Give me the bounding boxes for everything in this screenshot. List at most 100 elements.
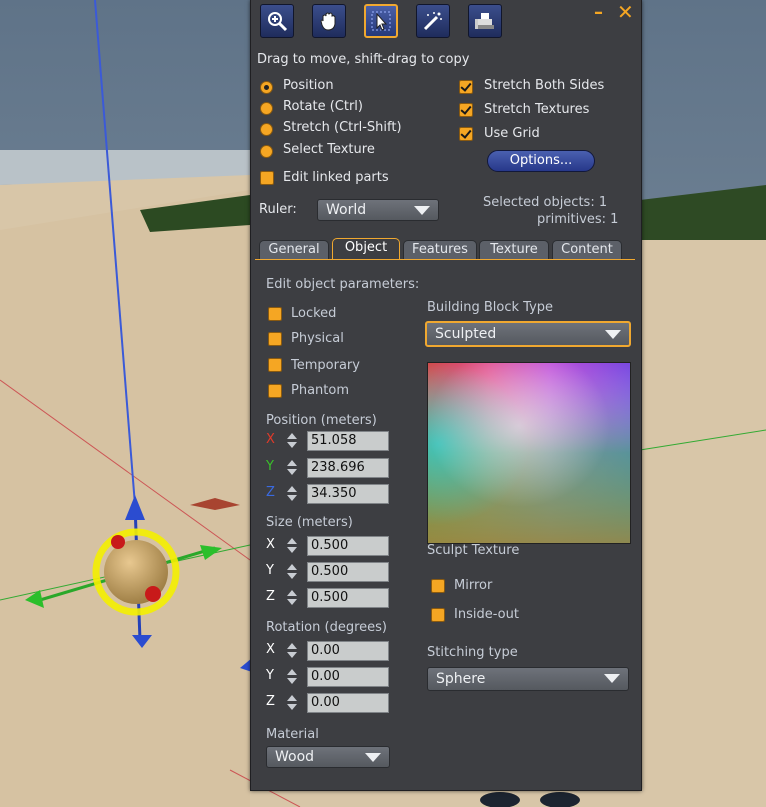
magic-wand-icon (423, 12, 442, 31)
size-z-input[interactable]: 0.500 (307, 588, 389, 608)
sculpt-texture-image (428, 363, 630, 543)
tab-object[interactable]: Object (332, 238, 400, 260)
phantom-checkbox[interactable] (268, 384, 282, 398)
focus-tool-button[interactable] (260, 4, 294, 38)
sculpt-texture-swatch[interactable] (427, 362, 631, 544)
select-texture-label: Select Texture (283, 142, 375, 157)
edit-object-heading: Edit object parameters: (266, 277, 420, 292)
size-x-input[interactable]: 0.500 (307, 536, 389, 556)
stretch-textures-checkbox[interactable] (459, 103, 473, 117)
position-z-spinner[interactable] (284, 484, 300, 504)
land-bulldozer-icon (475, 13, 494, 29)
rotation-y-spinner[interactable] (284, 667, 300, 687)
rotation-y-input[interactable]: 0.00 (307, 667, 389, 687)
stretch-textures-label: Stretch Textures (484, 102, 590, 117)
tab-divider (255, 259, 635, 260)
stretch-label: Stretch (Ctrl-Shift) (283, 120, 402, 135)
ruler-label: Ruler: (259, 202, 297, 217)
tab-features[interactable]: Features (403, 240, 477, 260)
edit-tool-button[interactable] (364, 4, 398, 38)
select-arrow-icon (371, 11, 391, 31)
use-grid-label: Use Grid (484, 126, 540, 141)
material-value: Wood (275, 749, 315, 765)
chevron-down-icon (604, 674, 620, 683)
chevron-down-icon (365, 753, 381, 762)
locked-checkbox[interactable] (268, 307, 282, 321)
position-heading: Position (meters) (266, 413, 377, 428)
land-tool-button[interactable] (468, 4, 502, 38)
sculpt-texture-label: Sculpt Texture (427, 543, 520, 558)
size-y-axis-label: Y (266, 563, 274, 578)
material-dropdown[interactable]: Wood (266, 746, 390, 768)
rotation-z-input[interactable]: 0.00 (307, 693, 389, 713)
chevron-down-icon (605, 330, 621, 339)
rotation-x-input[interactable]: 0.00 (307, 641, 389, 661)
position-y-axis-label: Y (266, 459, 274, 474)
minimize-icon[interactable]: – (594, 2, 603, 23)
block-type-value: Sculpted (435, 326, 497, 342)
building-block-type-heading: Building Block Type (427, 300, 554, 315)
ruler-value: World (326, 202, 367, 218)
rotation-y-axis-label: Y (266, 668, 274, 683)
rotation-z-axis-label: Z (266, 694, 275, 709)
selected-objects-text: Selected objects: 1 (483, 195, 608, 210)
rotation-x-spinner[interactable] (284, 641, 300, 661)
position-x-spinner[interactable] (284, 431, 300, 451)
rotate-label: Rotate (Ctrl) (283, 99, 363, 114)
phantom-label: Phantom (291, 383, 349, 398)
tab-content[interactable]: Content (552, 240, 622, 260)
stretch-both-sides-label: Stretch Both Sides (484, 78, 605, 93)
position-label: Position (283, 78, 334, 93)
stretch-both-sides-checkbox[interactable] (459, 80, 473, 94)
position-x-axis-label: X (266, 432, 275, 447)
rotation-x-axis-label: X (266, 642, 275, 657)
position-z-input[interactable]: 34.350 (307, 484, 389, 504)
size-x-axis-label: X (266, 537, 275, 552)
close-icon[interactable]: ✕ (617, 0, 634, 24)
zoom-icon (268, 12, 288, 32)
create-tool-button[interactable] (416, 4, 450, 38)
building-block-type-dropdown[interactable]: Sculpted (425, 321, 631, 347)
inside-out-label: Inside-out (454, 607, 519, 622)
stretch-radio[interactable] (260, 123, 273, 136)
rotation-z-spinner[interactable] (284, 693, 300, 713)
position-radio[interactable] (260, 81, 273, 94)
tab-texture[interactable]: Texture (479, 240, 549, 260)
stitching-type-heading: Stitching type (427, 645, 518, 660)
use-grid-checkbox[interactable] (459, 127, 473, 141)
size-x-spinner[interactable] (284, 536, 300, 556)
hint-text: Drag to move, shift-drag to copy (257, 52, 470, 67)
mirror-label: Mirror (454, 578, 493, 593)
stitching-type-dropdown[interactable]: Sphere (427, 667, 629, 691)
position-y-input[interactable]: 238.696 (307, 458, 389, 478)
select-texture-radio[interactable] (260, 145, 273, 158)
build-tools-panel: – ✕ Drag to move, shift-drag to copy Pos… (250, 0, 642, 791)
size-heading: Size (meters) (266, 515, 353, 530)
tab-general[interactable]: General (259, 240, 329, 260)
size-z-axis-label: Z (266, 589, 275, 604)
move-tool-button[interactable] (312, 4, 346, 38)
ruler-dropdown[interactable]: World (317, 199, 439, 221)
options-button[interactable]: Options... (487, 150, 595, 172)
mirror-checkbox[interactable] (431, 579, 445, 593)
edit-linked-checkbox[interactable] (260, 171, 274, 185)
physical-label: Physical (291, 331, 344, 346)
locked-label: Locked (291, 306, 337, 321)
primitives-text: primitives: 1 (537, 212, 619, 227)
temporary-checkbox[interactable] (268, 358, 282, 372)
size-y-spinner[interactable] (284, 562, 300, 582)
position-x-input[interactable]: 51.058 (307, 431, 389, 451)
grab-hand-icon (320, 12, 336, 31)
rotate-radio[interactable] (260, 102, 273, 115)
size-z-spinner[interactable] (284, 588, 300, 608)
rotation-heading: Rotation (degrees) (266, 620, 387, 635)
material-heading: Material (266, 727, 319, 742)
temporary-label: Temporary (291, 358, 360, 373)
size-y-input[interactable]: 0.500 (307, 562, 389, 582)
position-y-spinner[interactable] (284, 458, 300, 478)
position-z-axis-label: Z (266, 485, 275, 500)
edit-linked-label: Edit linked parts (283, 170, 389, 185)
inside-out-checkbox[interactable] (431, 608, 445, 622)
stitching-value: Sphere (436, 671, 486, 687)
physical-checkbox[interactable] (268, 332, 282, 346)
